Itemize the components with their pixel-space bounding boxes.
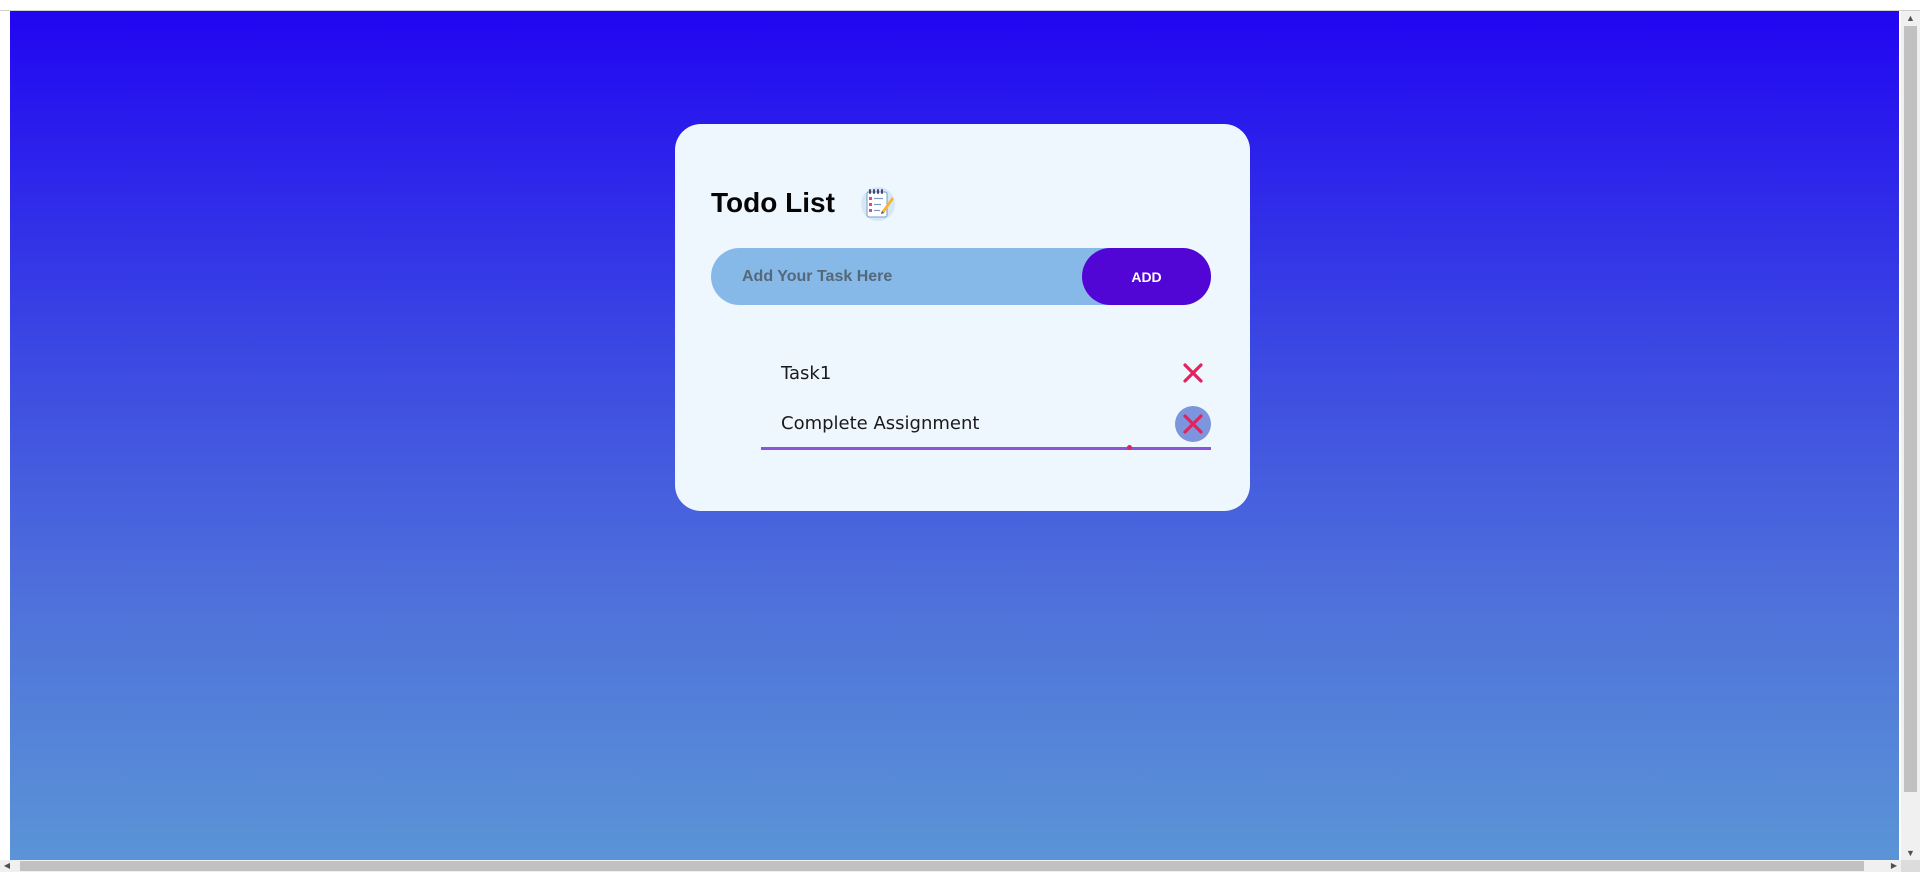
task-text: Complete Assignment: [781, 412, 980, 434]
list-item[interactable]: Task1: [761, 348, 1211, 399]
task-list: Task1 Complete Assignment: [761, 348, 1211, 450]
task-input[interactable]: [711, 248, 1081, 305]
close-icon: [1183, 414, 1203, 434]
mouse-cursor-dot: [1127, 445, 1132, 450]
task-text: Task1: [781, 363, 832, 384]
horizontal-scrollbar[interactable]: ◀ ▶: [0, 860, 1901, 872]
scroll-up-icon[interactable]: ▲: [1901, 11, 1920, 25]
window-top-border: [0, 0, 1920, 11]
task-input-row: ADD: [711, 248, 1211, 305]
scrollbar-corner: [1901, 860, 1920, 872]
horizontal-scroll-thumb[interactable]: [20, 861, 1864, 871]
todo-header: Todo List: [711, 184, 897, 222]
vertical-scrollbar[interactable]: ▲ ▼: [1901, 11, 1920, 860]
delete-task-button[interactable]: [1175, 406, 1211, 442]
close-icon: [1183, 363, 1203, 383]
list-item[interactable]: Complete Assignment: [761, 399, 1211, 450]
add-button[interactable]: ADD: [1082, 248, 1211, 305]
page-background: Todo List Add Your Task Here ADD Task1 C…: [10, 11, 1899, 860]
delete-task-button[interactable]: [1175, 355, 1211, 391]
notepad-checklist-icon: [859, 184, 897, 222]
scroll-right-icon[interactable]: ▶: [1887, 860, 1901, 872]
vertical-scroll-thumb[interactable]: [1904, 26, 1917, 792]
page-title: Todo List: [711, 187, 835, 218]
scroll-left-icon[interactable]: ◀: [0, 860, 14, 872]
scroll-down-icon[interactable]: ▼: [1901, 846, 1920, 860]
todo-card: Todo List Add Your Task Here ADD Task1 C…: [675, 124, 1250, 511]
